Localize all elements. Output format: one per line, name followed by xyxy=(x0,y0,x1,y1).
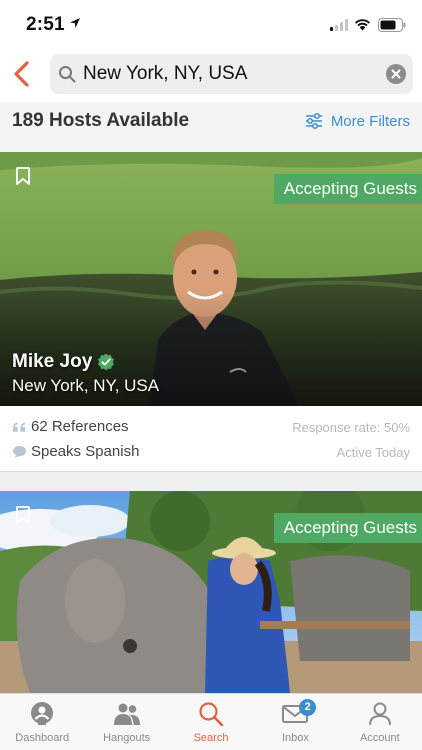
tab-inbox[interactable]: 2 Inbox xyxy=(253,694,337,750)
host-name[interactable]: Mike Joy xyxy=(12,351,115,373)
verified-check-icon xyxy=(98,353,115,371)
tab-dashboard[interactable]: Dashboard xyxy=(0,694,84,750)
references-row: 62 References xyxy=(12,418,129,435)
tab-hangouts[interactable]: Hangouts xyxy=(84,694,168,750)
response-rate: Response rate: 50% xyxy=(292,420,410,435)
filter-sliders-icon xyxy=(305,113,322,129)
tab-label: Search xyxy=(193,732,229,744)
more-filters-button[interactable]: More Filters xyxy=(305,110,410,132)
clear-search-button[interactable] xyxy=(386,64,406,84)
status-time: 2:51 xyxy=(26,14,65,35)
battery-icon xyxy=(378,18,406,32)
hangouts-icon xyxy=(113,703,140,725)
bookmark-icon[interactable] xyxy=(15,506,31,524)
host-card[interactable]: Accepting Guests Mike Joy New York, NY, … xyxy=(0,152,422,472)
quote-icon xyxy=(12,421,26,432)
tab-search[interactable]: Search xyxy=(169,694,253,750)
close-icon xyxy=(391,69,401,79)
dashboard-icon xyxy=(31,702,54,725)
language-row: Speaks Spanish xyxy=(12,443,139,460)
host-name-text: Mike Joy xyxy=(12,351,93,372)
activity-status: Active Today xyxy=(336,445,410,460)
host-photo: Accepting Guests xyxy=(0,491,422,693)
host-info: 62 References Speaks Spanish Response ra… xyxy=(0,406,422,472)
host-location: New York, NY, USA xyxy=(12,376,160,395)
location-arrow-icon xyxy=(70,18,80,28)
references-count: 62 References xyxy=(31,418,129,435)
search-icon xyxy=(199,702,224,727)
hosts-count: 189 Hosts Available xyxy=(12,110,190,131)
tab-label: Dashboard xyxy=(15,732,70,744)
search-input[interactable] xyxy=(83,54,373,94)
host-photo: Accepting Guests Mike Joy New York, NY, … xyxy=(0,152,422,406)
tab-label: Account xyxy=(359,732,400,744)
search-box[interactable] xyxy=(50,54,413,94)
tab-label: Hangouts xyxy=(103,732,151,744)
speech-bubble-icon xyxy=(13,445,26,458)
host-card[interactable]: Accepting Guests xyxy=(0,491,422,693)
more-filters-label: More Filters xyxy=(330,112,410,130)
search-icon xyxy=(59,66,76,83)
results-bar: 189 Hosts Available More Filters xyxy=(0,102,422,152)
tab-label: Inbox xyxy=(281,732,309,744)
cellular-signal-icon xyxy=(330,19,348,31)
language-text: Speaks Spanish xyxy=(31,443,140,460)
back-button[interactable] xyxy=(8,58,36,90)
accepting-guests-badge: Accepting Guests xyxy=(273,174,422,204)
card-separator xyxy=(0,472,422,491)
inbox-unread-badge: 2 xyxy=(299,699,317,716)
search-header xyxy=(0,48,422,102)
tab-account[interactable]: Account xyxy=(338,694,422,750)
bookmark-icon[interactable] xyxy=(15,167,31,185)
account-icon xyxy=(368,702,391,726)
wifi-icon xyxy=(355,19,370,31)
tab-bar: Dashboard Hangouts Search 2 Inbox Accoun… xyxy=(0,693,422,750)
status-bar: 2:51 xyxy=(0,0,422,48)
accepting-guests-badge: Accepting Guests xyxy=(273,513,422,543)
